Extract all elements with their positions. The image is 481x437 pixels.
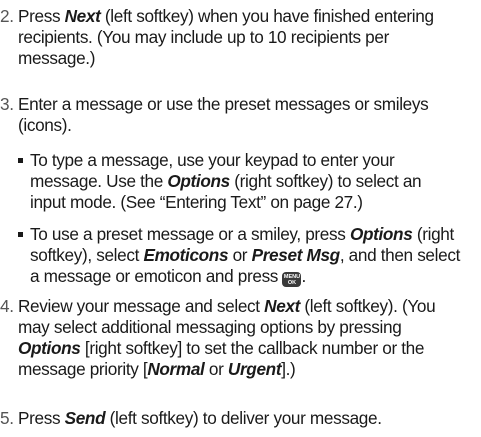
text-run: Press (18, 408, 65, 428)
text-run: (right softkey) to select an (229, 171, 422, 191)
step-text: Enter a message or use the preset messag… (18, 94, 481, 136)
text-run: Review your message and select (18, 296, 265, 316)
softkey-term: Send (64, 408, 106, 428)
text-run: message. Use the (30, 171, 168, 191)
text-run: recipients. (You may include up to 10 re… (18, 27, 389, 47)
softkey-term: Options (349, 224, 413, 244)
step-number: 5. (0, 408, 14, 428)
step-text: Press Next (left softkey) when you have … (18, 6, 481, 69)
ok-key-label: OK (287, 280, 297, 286)
text-run: . (301, 266, 306, 286)
text-line: Press Next (left softkey) when you have … (18, 6, 481, 27)
text-run: input mode. (See “Entering Text” on page… (30, 192, 363, 212)
text-run: or (204, 359, 228, 379)
text-line: may select additional messaging options … (18, 317, 481, 338)
text-line: (icons). (18, 115, 481, 136)
softkey-term: Preset Msg (251, 245, 341, 265)
manual-page: 2. Press Next (left softkey) when you ha… (0, 0, 481, 437)
text-run: or (228, 245, 252, 265)
bullet-marker (18, 158, 23, 163)
softkey-term: Emoticons (143, 245, 229, 265)
text-line: softkey), select Emoticons or Preset Msg… (30, 245, 481, 266)
menu-ok-key-icon: MENU OK (282, 272, 302, 287)
text-run: Enter a message or use the preset messag… (18, 94, 429, 114)
step-number: 4. (0, 296, 14, 316)
text-run: [right softkey] to set the callback numb… (80, 338, 425, 358)
text-line: Options [right softkey] to set the callb… (18, 338, 481, 359)
text-line: message priority [Normal or Urgent].) (18, 359, 481, 380)
text-run: , and then select (339, 245, 461, 265)
text-run: softkey), select (30, 245, 144, 265)
softkey-term: Urgent (227, 359, 282, 379)
softkey-term: Options (167, 171, 230, 191)
step-number: 3. (0, 94, 14, 114)
text-run: a message or emoticon and press (30, 266, 283, 286)
step-text: Press Send (left softkey) to deliver you… (18, 408, 481, 429)
step-number: 2. (0, 6, 14, 26)
text-line: To use a preset message or a smiley, pre… (30, 224, 481, 245)
text-line: To type a message, use your keypad to en… (30, 150, 481, 171)
text-run: (icons). (18, 115, 72, 135)
text-run: (right (412, 224, 454, 244)
text-run: (left softkey) to deliver your message. (105, 408, 382, 428)
bullet-text: To type a message, use your keypad to en… (30, 150, 481, 213)
text-run: may select additional messaging options … (18, 317, 402, 337)
softkey-term: Normal (147, 359, 205, 379)
text-line: a message or emoticon and press MENU OK. (30, 266, 481, 287)
text-line: Press Send (left softkey) to deliver you… (18, 408, 481, 429)
text-line: message.) (18, 48, 481, 69)
softkey-term: Next (64, 6, 101, 26)
text-run: ].) (281, 359, 296, 379)
text-line: Enter a message or use the preset messag… (18, 94, 481, 115)
softkey-term: Options (18, 338, 81, 358)
text-run: (left softkey). (You (300, 296, 436, 316)
text-run: message priority [ (18, 359, 148, 379)
text-line: Review your message and select Next (lef… (18, 296, 481, 317)
bullet-marker (18, 232, 23, 237)
text-run: message.) (18, 48, 96, 68)
text-run: To use a preset message or a smiley, pre… (30, 224, 350, 244)
text-run: (left softkey) when you have finished en… (100, 6, 434, 26)
text-run: To type a message, use your keypad to en… (30, 150, 395, 170)
text-run: Press (18, 6, 65, 26)
text-line: recipients. (You may include up to 10 re… (18, 27, 481, 48)
text-line: message. Use the Options (right softkey)… (30, 171, 481, 192)
bullet-text: To use a preset message or a smiley, pre… (30, 224, 481, 287)
softkey-term: Next (264, 296, 300, 316)
text-line: input mode. (See “Entering Text” on page… (30, 192, 481, 213)
step-text: Review your message and select Next (lef… (18, 296, 481, 380)
